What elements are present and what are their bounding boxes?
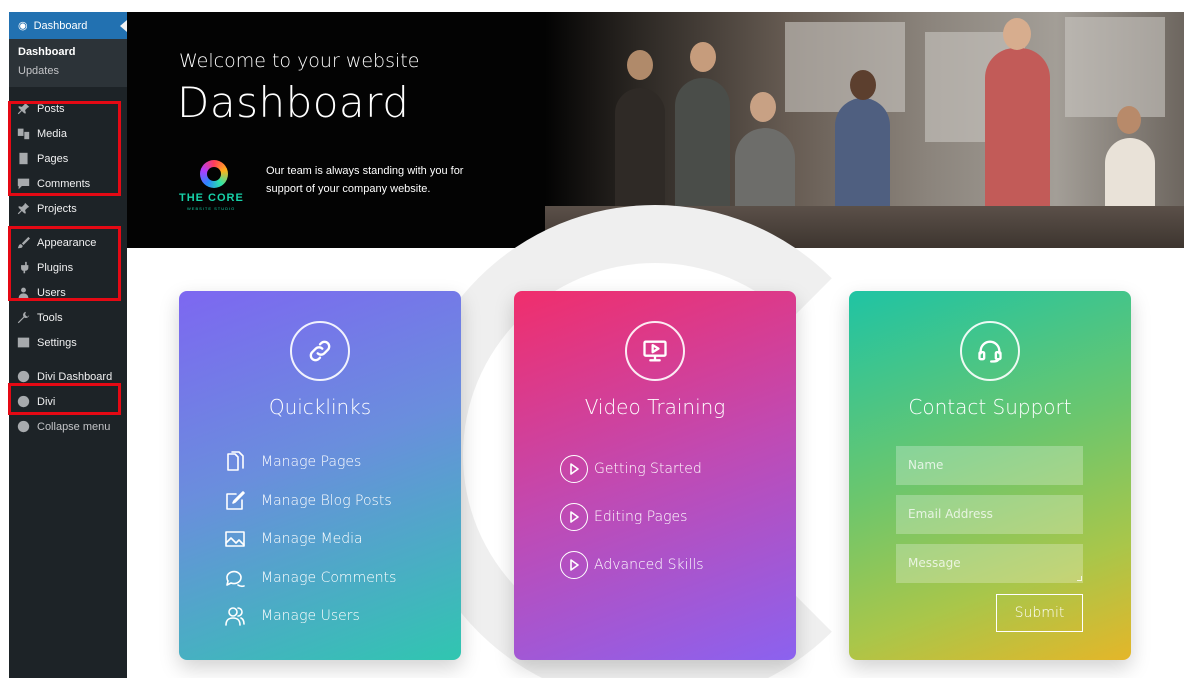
email-field[interactable]: Email Address <box>896 495 1083 534</box>
wrench-icon <box>16 311 30 325</box>
play-icon <box>560 551 588 579</box>
quicklinks-title: Quicklinks <box>268 395 372 419</box>
sidebar-item-label: Plugins <box>37 261 74 274</box>
quicklinks-list: Manage Pages Manage Blog Posts Manage Me… <box>223 443 396 636</box>
video-label: Getting Started <box>594 461 702 477</box>
sidebar-item-divi[interactable]: Divi <box>9 389 127 414</box>
sidebar-item-label: Pages <box>37 152 69 165</box>
sidebar-item-label: Appearance <box>37 236 97 249</box>
sidebar-item-tools[interactable]: Tools <box>9 305 127 330</box>
link-label: Manage Users <box>261 608 360 625</box>
sidebar-item-label: Projects <box>37 202 77 215</box>
link-manage-comments[interactable]: Manage Comments <box>223 559 396 598</box>
name-field[interactable]: Name <box>896 446 1083 485</box>
logo-tagline: WEBSITE STUDIO <box>187 206 236 211</box>
logo-text: THE CORE <box>179 192 244 204</box>
contact-support-card: Contact Support Name Email Address Messa… <box>849 291 1131 660</box>
pages-icon <box>16 152 30 166</box>
sidebar-item-label: Divi <box>37 395 56 408</box>
hero-note: Our team is always standing with you for… <box>266 165 464 195</box>
video-editing-pages[interactable]: Editing Pages <box>560 493 704 541</box>
sidebar-item-plugins[interactable]: Plugins <box>9 255 127 280</box>
sidebar-item-users[interactable]: Users <box>9 280 127 305</box>
brush-icon <box>16 236 30 250</box>
link-label: Manage Media <box>261 531 363 548</box>
sidebar-item-comments[interactable]: Comments <box>9 171 127 196</box>
hero-subtitle: Welcome to your website <box>179 50 420 72</box>
play-icon <box>560 503 588 531</box>
link-manage-blog-posts[interactable]: Manage Blog Posts <box>223 482 396 521</box>
page: ◉ Dashboard Dashboard Updates Posts Medi… <box>0 0 1184 678</box>
sidebar-item-label: Tools <box>37 311 63 324</box>
collapse-menu-button[interactable]: Collapse menu <box>9 414 127 439</box>
sidebar-item-label: Users <box>37 286 66 299</box>
divi-icon <box>16 395 30 409</box>
sidebar-item-pages[interactable]: Pages <box>9 146 127 171</box>
pin-icon <box>16 102 30 116</box>
sidebar-item-projects[interactable]: Projects <box>9 196 127 221</box>
submenu-updates[interactable]: Updates <box>9 62 127 81</box>
video-list: Getting Started Editing Pages Advanced S… <box>560 445 704 589</box>
video-training-title: Video Training <box>584 395 726 419</box>
link-icon <box>290 321 350 381</box>
link-label: Manage Blog Posts <box>261 492 392 509</box>
sidebar-item-label: Media <box>37 127 67 140</box>
video-label: Editing Pages <box>594 509 688 525</box>
pin-icon <box>16 202 30 216</box>
sidebar-item-dashboard[interactable]: ◉ Dashboard <box>9 12 127 39</box>
collapse-label: Collapse menu <box>37 420 111 433</box>
submit-button[interactable]: Submit <box>996 594 1083 632</box>
gauge-icon: ◉ <box>18 20 28 32</box>
link-manage-pages[interactable]: Manage Pages <box>223 443 396 482</box>
gauge-icon <box>16 370 30 384</box>
sidebar-item-divi-dashboard[interactable]: Divi Dashboard <box>9 364 127 389</box>
quicklinks-card: Quicklinks Manage Pages Manage Blog Post… <box>179 291 461 660</box>
sidebar-item-media[interactable]: Media <box>9 121 127 146</box>
headset-icon <box>960 321 1020 381</box>
image-icon <box>223 527 247 551</box>
video-getting-started[interactable]: Getting Started <box>560 445 704 493</box>
link-label: Manage Pages <box>261 454 362 471</box>
link-label: Manage Comments <box>261 569 397 586</box>
message-field[interactable]: Message <box>896 544 1083 583</box>
sidebar-item-settings[interactable]: Settings <box>9 330 127 355</box>
sidebar-item-label: Comments <box>37 177 91 190</box>
comments-icon <box>223 566 247 590</box>
submenu-dashboard[interactable]: Dashboard <box>9 43 127 62</box>
sidebar-header-label: Dashboard <box>33 19 88 32</box>
sidebar-item-appearance[interactable]: Appearance <box>9 230 127 255</box>
monitor-play-icon <box>625 321 685 381</box>
hero-title: Dashboard <box>177 78 410 127</box>
sidebar-item-label: Posts <box>37 102 65 115</box>
video-advanced-skills[interactable]: Advanced Skills <box>560 541 704 589</box>
link-manage-media[interactable]: Manage Media <box>223 520 396 559</box>
users-icon <box>223 604 247 628</box>
admin-sidebar: ◉ Dashboard Dashboard Updates Posts Medi… <box>9 12 127 678</box>
sidebar-item-label: Divi Dashboard <box>37 370 113 383</box>
pages-icon <box>223 450 247 474</box>
settings-icon <box>16 336 30 350</box>
core-logo-icon <box>200 160 228 188</box>
dashboard-submenu: Dashboard Updates <box>9 39 127 87</box>
sidebar-item-posts[interactable]: Posts <box>9 96 127 121</box>
video-label: Advanced Skills <box>594 557 704 573</box>
link-manage-users[interactable]: Manage Users <box>223 597 396 636</box>
edit-icon <box>223 489 247 513</box>
video-training-card: Video Training Getting Started Editing P… <box>514 291 796 660</box>
sidebar-item-label: Settings <box>37 336 77 349</box>
user-icon <box>16 286 30 300</box>
plug-icon <box>16 261 30 275</box>
textarea-resize-handle[interactable] <box>1077 576 1082 581</box>
comment-icon <box>16 177 30 191</box>
media-icon <box>16 127 30 141</box>
play-icon <box>560 455 588 483</box>
contact-support-title: Contact Support <box>908 395 1072 419</box>
collapse-icon <box>16 420 30 434</box>
